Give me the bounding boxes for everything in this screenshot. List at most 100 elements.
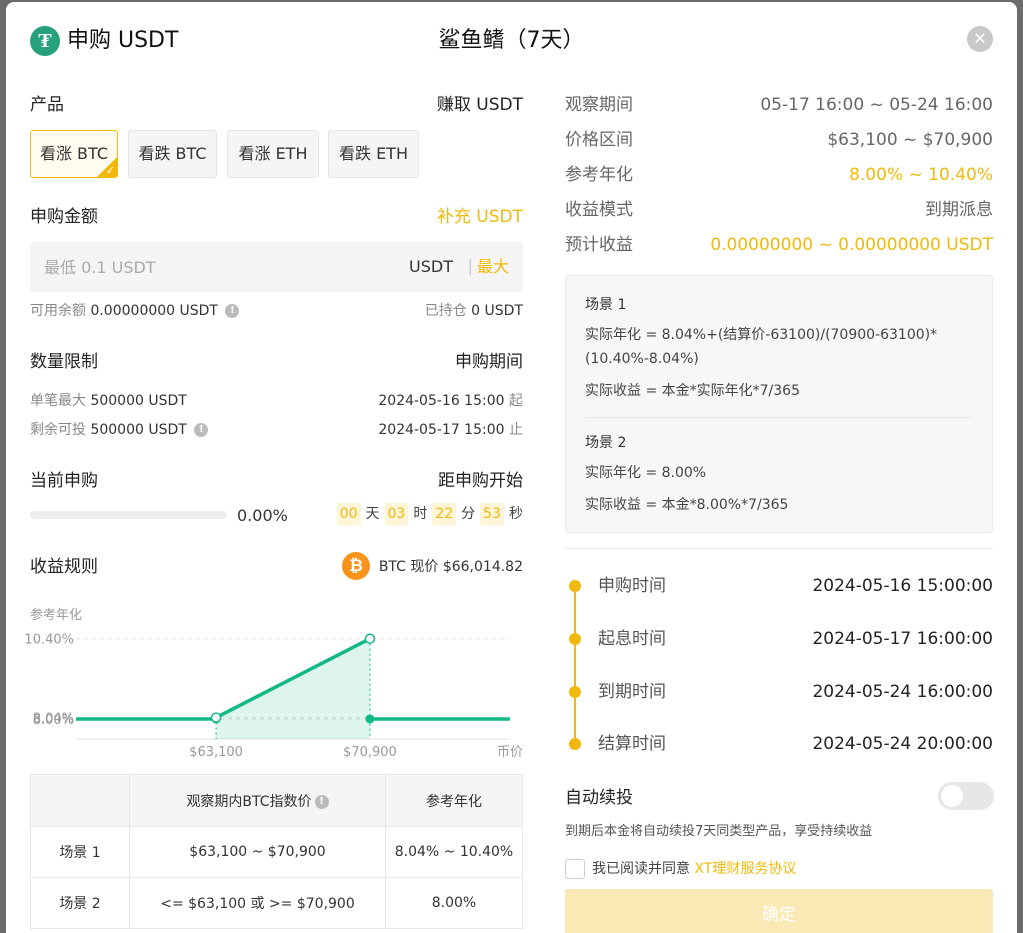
rules-table: 观察期内BTC指数价! 参考年化 场景 1 $63,100 ~ $70,900 … [30, 774, 523, 929]
auto-renew-label: 自动续投 [565, 788, 633, 808]
data-point [210, 712, 222, 723]
bitcoin-icon: ₿ [342, 552, 370, 580]
timeline-line [574, 698, 576, 742]
countdown-hours-unit: 时 [413, 506, 428, 522]
agree-checkbox[interactable] [565, 859, 585, 879]
info-label: 收益模式 [565, 200, 633, 220]
timeline-dot [569, 738, 581, 750]
auto-renew-desc: 到期后本金将自动续投7天同类型产品，享受持续收益 [565, 824, 873, 839]
observation-period: 05-17 16:00 ~ 05-24 16:00 [760, 95, 993, 115]
x-axis-label: 币价 [497, 745, 523, 760]
scenario-box: 场景 1 实际年化 = 8.04%+(结算价-63100)/(70900-631… [565, 275, 993, 533]
scenario-formula: 实际年化 = 8.04%+(结算价-63100)/(70900-63100)*(… [585, 327, 938, 367]
timeline-value: 2024-05-24 20:00:00 [812, 734, 993, 754]
available-value: 0.00000000 USDT [90, 303, 218, 319]
countdown-label: 距申购开始 [438, 471, 523, 491]
product-name: 鲨鱼鳍（7天） [438, 28, 585, 53]
available-balance: 可用余额 0.00000000 USDT ! [30, 301, 240, 321]
product-chip-long-btc[interactable]: 看涨 BTC ✓ [30, 130, 118, 178]
table-cell: $63,100 ~ $70,900 [129, 826, 386, 878]
estimated-earnings: 0.00000000 ~ 0.00000000 USDT [710, 235, 993, 255]
product-chip-short-eth[interactable]: 看跌 ETH [328, 130, 419, 178]
timeline-dot [569, 633, 581, 645]
amount-unit: USDT [409, 257, 453, 276]
amount-input[interactable] [30, 242, 390, 292]
y-tick-label: 10.40% [24, 633, 74, 648]
scenario-title: 场景 2 [585, 435, 627, 451]
reference-apr: 8.00% ~ 10.40% [849, 165, 993, 185]
check-icon: ✓ [105, 164, 115, 177]
amount-label: 申购金额 [30, 207, 98, 227]
area-fill [216, 638, 370, 739]
amount-input-box: USDT | 最大 [30, 242, 523, 292]
timeline-line [574, 592, 576, 636]
limit-label: 数量限制 [30, 352, 98, 372]
input-separator: | [467, 256, 473, 275]
scenario-title: 场景 1 [585, 297, 627, 313]
timeline-label: 结算时间 [598, 734, 666, 754]
table-header-cell: 观察期内BTC指数价! [129, 774, 386, 827]
timeline-value: 2024-05-17 16:00:00 [812, 629, 993, 649]
price-range: $63,100 ~ $70,900 [827, 130, 993, 150]
timeline-label: 到期时间 [598, 682, 666, 702]
agreement-link[interactable]: XT理财服务协议 [694, 861, 796, 877]
data-point [365, 714, 375, 724]
period-start: 2024-05-16 15:00 起 [378, 391, 523, 411]
countdown: 00 天 03 时 22 分 53 秒 [336, 502, 523, 525]
info-icon[interactable]: ! [194, 423, 209, 437]
subscription-progress [30, 511, 227, 519]
held-label: 已持仓 [424, 303, 467, 319]
agree-label: 我已阅读并同意 [592, 861, 690, 877]
table-header-row: 观察期内BTC指数价! 参考年化 [30, 774, 523, 827]
info-label: 价格区间 [565, 130, 633, 150]
countdown-minutes-unit: 分 [461, 506, 476, 522]
data-point [364, 633, 376, 644]
close-icon[interactable]: ✕ [967, 26, 993, 52]
timeline-dot [569, 686, 581, 698]
period-end-value: 2024-05-17 15:00 [378, 422, 505, 438]
table-cell: 8.00% [385, 877, 523, 929]
y-tick-label: 8.00% [33, 713, 74, 728]
timeline-line [574, 645, 576, 689]
table-row: 场景 2 <= $63,100 或 >= $70,900 8.00% [30, 877, 523, 929]
info-label: 观察期间 [565, 95, 633, 115]
x-tick-label: $70,900 [343, 745, 397, 760]
single-max-label: 单笔最大 [30, 393, 86, 409]
divider [585, 417, 973, 418]
product-chip-long-eth[interactable]: 看涨 ETH [227, 130, 319, 178]
topup-link[interactable]: 补充 USDT [437, 206, 523, 228]
max-button[interactable]: 最大 [477, 256, 509, 278]
yield-chart: 参考年化10.40%8.04%8.00%$63,100 $70,900 币价 [24, 607, 523, 760]
divider [565, 548, 993, 549]
scenario-formula: 实际年化 = 8.00% [585, 465, 707, 481]
info-label: 参考年化 [565, 165, 633, 185]
single-max-value: 500000 USDT [90, 393, 187, 409]
period-start-value: 2024-05-16 15:00 [378, 393, 505, 409]
table-header-cell [30, 774, 130, 827]
timeline-dot [569, 580, 581, 592]
earn-label: 赚取 USDT [436, 95, 523, 115]
period-end: 2024-05-17 15:00 止 [378, 420, 523, 440]
btc-price-value: $66,014.82 [442, 559, 523, 575]
product-chip-label: 看跌 ETH [338, 144, 408, 163]
table-row: 场景 1 $63,100 ~ $70,900 8.04% ~ 10.40% [30, 826, 523, 878]
available-label: 可用余额 [30, 303, 86, 319]
auto-renew-toggle[interactable] [938, 782, 994, 810]
countdown-hours: 03 [384, 503, 409, 525]
product-chip-short-btc[interactable]: 看跌 BTC [128, 130, 217, 178]
product-chip-label: 看涨 ETH [238, 144, 308, 163]
y-axis-label: 参考年化 [30, 607, 82, 623]
countdown-days: 00 [336, 503, 361, 525]
payout-mode: 到期派息 [925, 200, 993, 220]
info-icon[interactable]: ! [225, 304, 240, 318]
confirm-button[interactable]: 确定 [565, 889, 993, 933]
timeline-value: 2024-05-24 16:00:00 [812, 682, 993, 702]
single-max: 单笔最大 500000 USDT [30, 391, 187, 411]
btc-price-label: BTC 现价 [378, 559, 439, 575]
timeline-label: 起息时间 [598, 629, 666, 649]
info-icon[interactable]: ! [314, 794, 329, 809]
table-cell: <= $63,100 或 >= $70,900 [129, 877, 386, 929]
timeline-label: 申购时间 [598, 576, 666, 596]
period-label: 申购期间 [455, 352, 523, 372]
scenario-formula: 实际收益 = 本金*8.00%*7/365 [585, 497, 789, 513]
